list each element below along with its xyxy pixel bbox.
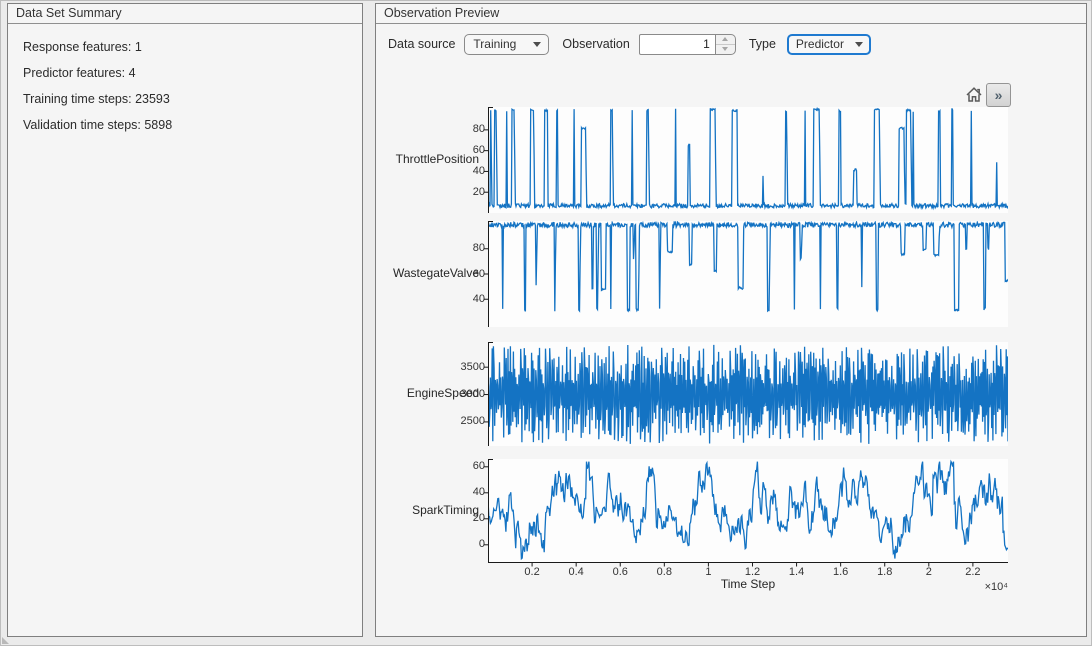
xtick-label: 2 bbox=[912, 566, 946, 578]
xtick-label: 2.2 bbox=[956, 566, 990, 578]
ytick-label: 3500 bbox=[449, 361, 485, 373]
summary-line-response-features: Response features: 1 bbox=[23, 34, 362, 60]
ytick-label: 80 bbox=[449, 242, 485, 254]
ytick-label: 2500 bbox=[449, 415, 485, 427]
ytick-label: 60 bbox=[449, 268, 485, 280]
observation-controls-row: Data source Training Observation Type bbox=[388, 32, 871, 56]
x-scale-label: ×10⁴ bbox=[954, 581, 1008, 593]
type-dropdown[interactable]: Predictor bbox=[787, 34, 871, 55]
chevron-down-icon bbox=[855, 42, 863, 47]
observation-input[interactable] bbox=[639, 34, 716, 55]
data-source-dropdown[interactable]: Training bbox=[464, 34, 549, 55]
home-icon bbox=[965, 86, 983, 104]
resize-grip[interactable] bbox=[2, 637, 9, 644]
data-source-value: Training bbox=[473, 37, 516, 51]
xtick-label: 0.6 bbox=[603, 566, 637, 578]
app-window: Data Set Summary Response features: 1 Pr… bbox=[0, 0, 1092, 646]
observation-label: Observation bbox=[562, 37, 629, 51]
data-source-label: Data source bbox=[388, 37, 455, 51]
data-set-summary-title: Data Set Summary bbox=[8, 4, 362, 24]
ytick-label: 60 bbox=[449, 460, 485, 472]
axes-toolbar: » bbox=[964, 83, 1011, 107]
ytick-label: 20 bbox=[449, 186, 485, 198]
ytick-label: 40 bbox=[449, 486, 485, 498]
summary-line-predictor-features: Predictor features: 4 bbox=[23, 60, 362, 86]
type-value: Predictor bbox=[796, 37, 844, 51]
subplot-sparktiming[interactable] bbox=[488, 459, 1009, 563]
spinner-up-icon bbox=[722, 37, 728, 41]
double-chevron-right-icon: » bbox=[995, 88, 1003, 102]
chevron-down-icon bbox=[533, 42, 541, 47]
xtick-label: 0.2 bbox=[515, 566, 549, 578]
observation-preview-title: Observation Preview bbox=[376, 4, 1086, 24]
summary-line-validation-steps: Validation time steps: 5898 bbox=[23, 112, 362, 138]
ytick-label: 80 bbox=[449, 123, 485, 135]
ytick-label: 60 bbox=[449, 144, 485, 156]
spinner-up-button[interactable] bbox=[716, 35, 735, 45]
subplot-enginespeed[interactable] bbox=[488, 342, 1009, 446]
x-axis-title: Time Step bbox=[648, 577, 848, 591]
subplot-wastegatevalve[interactable] bbox=[488, 221, 1009, 327]
restore-view-button[interactable] bbox=[964, 85, 984, 105]
spinner-down-icon bbox=[722, 47, 728, 51]
expand-toolbar-button[interactable]: » bbox=[986, 83, 1011, 107]
xtick-label: 1.8 bbox=[868, 566, 902, 578]
ytick-label: 40 bbox=[449, 293, 485, 305]
ytick-label: 0 bbox=[449, 538, 485, 550]
subplot-throttleposition[interactable] bbox=[488, 107, 1009, 213]
ytick-label: 40 bbox=[449, 165, 485, 177]
spinner-down-button[interactable] bbox=[716, 45, 735, 54]
data-set-summary-panel: Data Set Summary Response features: 1 Pr… bbox=[7, 3, 363, 637]
data-set-summary-body: Response features: 1 Predictor features:… bbox=[8, 24, 362, 138]
ytick-label: 20 bbox=[449, 512, 485, 524]
summary-line-training-steps: Training time steps: 23593 bbox=[23, 86, 362, 112]
observation-spinner bbox=[716, 34, 736, 55]
xtick-label: 0.4 bbox=[559, 566, 593, 578]
ytick-label: 3000 bbox=[449, 388, 485, 400]
type-label: Type bbox=[749, 37, 776, 51]
